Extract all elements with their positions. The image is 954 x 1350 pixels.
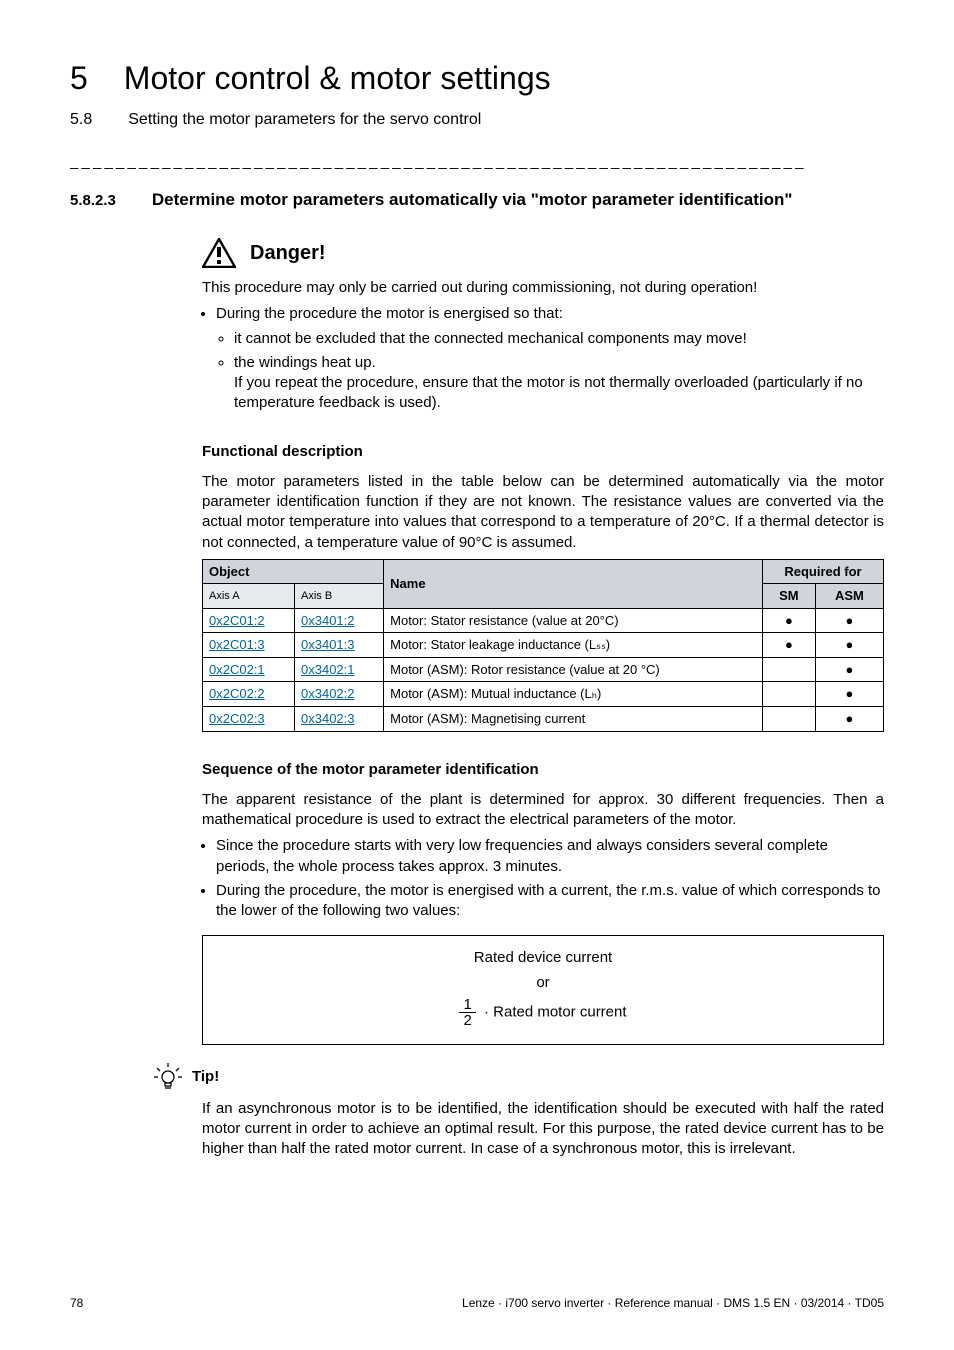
link-axis-b[interactable]: 0x3401:3: [295, 633, 384, 658]
lightbulb-icon: [154, 1063, 182, 1091]
main-content: Danger! This procedure may only be carri…: [202, 238, 884, 1160]
th-required-for: Required for: [762, 559, 883, 584]
link-axis-a[interactable]: 0x2C02:2: [203, 682, 295, 707]
link-axis-b[interactable]: 0x3402:1: [295, 657, 384, 682]
page-number: 78: [70, 1296, 83, 1310]
section-title: Setting the motor parameters for the ser…: [128, 111, 481, 129]
fraction: 1 2: [459, 997, 475, 1028]
danger-sub-bullets: it cannot be excluded that the connected…: [216, 329, 884, 414]
th-name: Name: [384, 559, 763, 608]
formula-box: Rated device current or 1 2 · Rated moto…: [202, 935, 884, 1045]
section-header: 5.8 Setting the motor parameters for the…: [70, 111, 884, 129]
link-axis-b[interactable]: 0x3401:2: [295, 608, 384, 633]
cell-name: Motor: Stator leakage inductance (Lₛₛ): [384, 633, 763, 658]
sequence-bullet-2: During the procedure, the motor is energ…: [216, 881, 884, 922]
danger-bullet-1a: it cannot be excluded that the connected…: [234, 329, 884, 349]
formula-or: or: [203, 973, 883, 993]
fraction-denominator: 2: [459, 1013, 475, 1028]
chapter-number: 5: [70, 60, 88, 97]
cell-name: Motor (ASM): Magnetising current: [384, 707, 763, 732]
formula-line-2: 1 2 · Rated motor current: [203, 997, 883, 1028]
tip-header: Tip!: [154, 1063, 884, 1091]
tip-title: Tip!: [192, 1067, 219, 1087]
cell-asm: ●: [815, 608, 883, 633]
danger-title: Danger!: [250, 240, 326, 267]
table-header-row: Object Name Required for: [203, 559, 884, 584]
cell-sm: [762, 707, 815, 732]
fraction-numerator: 1: [459, 997, 475, 1013]
danger-bullet-1b-cont: If you repeat the procedure, ensure that…: [234, 374, 863, 411]
formula-line-1: Rated device current: [203, 948, 883, 968]
cell-asm: ●: [815, 682, 883, 707]
sequence-bullets: Since the procedure starts with very low…: [202, 836, 884, 921]
link-axis-a[interactable]: 0x2C02:1: [203, 657, 295, 682]
chapter-header: 5 Motor control & motor settings: [70, 60, 884, 97]
cell-sm: ●: [762, 633, 815, 658]
th-axis-b: Axis B: [295, 584, 384, 609]
link-axis-a[interactable]: 0x2C02:3: [203, 707, 295, 732]
subsection-header: 5.8.2.3 Determine motor parameters autom…: [70, 190, 884, 210]
divider-dashes: _ _ _ _ _ _ _ _ _ _ _ _ _ _ _ _ _ _ _ _ …: [70, 153, 884, 170]
link-axis-b[interactable]: 0x3402:2: [295, 682, 384, 707]
table-row: 0x2C01:3 0x3401:3 Motor: Stator leakage …: [203, 633, 884, 658]
danger-lead: This procedure may only be carried out d…: [202, 278, 884, 298]
cell-sm: ●: [762, 608, 815, 633]
th-object: Object: [203, 559, 384, 584]
table-row: 0x2C02:3 0x3402:3 Motor (ASM): Magnetisi…: [203, 707, 884, 732]
cell-asm: ●: [815, 657, 883, 682]
subsection-number: 5.8.2.3: [70, 192, 116, 209]
danger-header: Danger!: [202, 238, 884, 268]
footer-meta: Lenze · i700 servo inverter · Reference …: [462, 1296, 884, 1310]
warning-triangle-icon: [202, 238, 236, 268]
cell-name: Motor: Stator resistance (value at 20°C): [384, 608, 763, 633]
danger-bullet-1: During the procedure the motor is energi…: [216, 304, 884, 324]
page: 5 Motor control & motor settings 5.8 Set…: [0, 0, 954, 1350]
danger-bullet-1b: the windings heat up. If you repeat the …: [234, 353, 884, 414]
cell-sm: [762, 657, 815, 682]
th-asm: ASM: [815, 584, 883, 609]
link-axis-b[interactable]: 0x3402:3: [295, 707, 384, 732]
sequence-bullet-1: Since the procedure starts with very low…: [216, 836, 884, 877]
tip-para: If an asynchronous motor is to be identi…: [202, 1099, 884, 1160]
section-number: 5.8: [70, 111, 92, 129]
danger-bullet-1b-text: the windings heat up.: [234, 354, 376, 371]
sequence-para: The apparent resistance of the plant is …: [202, 790, 884, 831]
link-axis-a[interactable]: 0x2C01:3: [203, 633, 295, 658]
th-axis-a: Axis A: [203, 584, 295, 609]
cell-name: Motor (ASM): Rotor resistance (value at …: [384, 657, 763, 682]
requirements-table: Object Name Required for Axis A Axis B S…: [202, 559, 884, 732]
cell-asm: ●: [815, 633, 883, 658]
page-footer: 78 Lenze · i700 servo inverter · Referen…: [70, 1296, 884, 1310]
functional-description-heading: Functional description: [202, 442, 884, 462]
functional-description-para: The motor parameters listed in the table…: [202, 472, 884, 553]
sequence-heading: Sequence of the motor parameter identifi…: [202, 760, 884, 780]
chapter-title: Motor control & motor settings: [124, 60, 551, 97]
link-axis-a[interactable]: 0x2C01:2: [203, 608, 295, 633]
danger-bullets: During the procedure the motor is energi…: [202, 304, 884, 413]
th-sm: SM: [762, 584, 815, 609]
cell-name: Motor (ASM): Mutual inductance (Lₕ): [384, 682, 763, 707]
table-row: 0x2C02:1 0x3402:1 Motor (ASM): Rotor res…: [203, 657, 884, 682]
cell-sm: [762, 682, 815, 707]
cell-asm: ●: [815, 707, 883, 732]
formula-rest: · Rated motor current: [480, 1003, 627, 1020]
table-row: 0x2C01:2 0x3401:2 Motor: Stator resistan…: [203, 608, 884, 633]
table-row: 0x2C02:2 0x3402:2 Motor (ASM): Mutual in…: [203, 682, 884, 707]
subsection-title: Determine motor parameters automatically…: [152, 190, 793, 210]
